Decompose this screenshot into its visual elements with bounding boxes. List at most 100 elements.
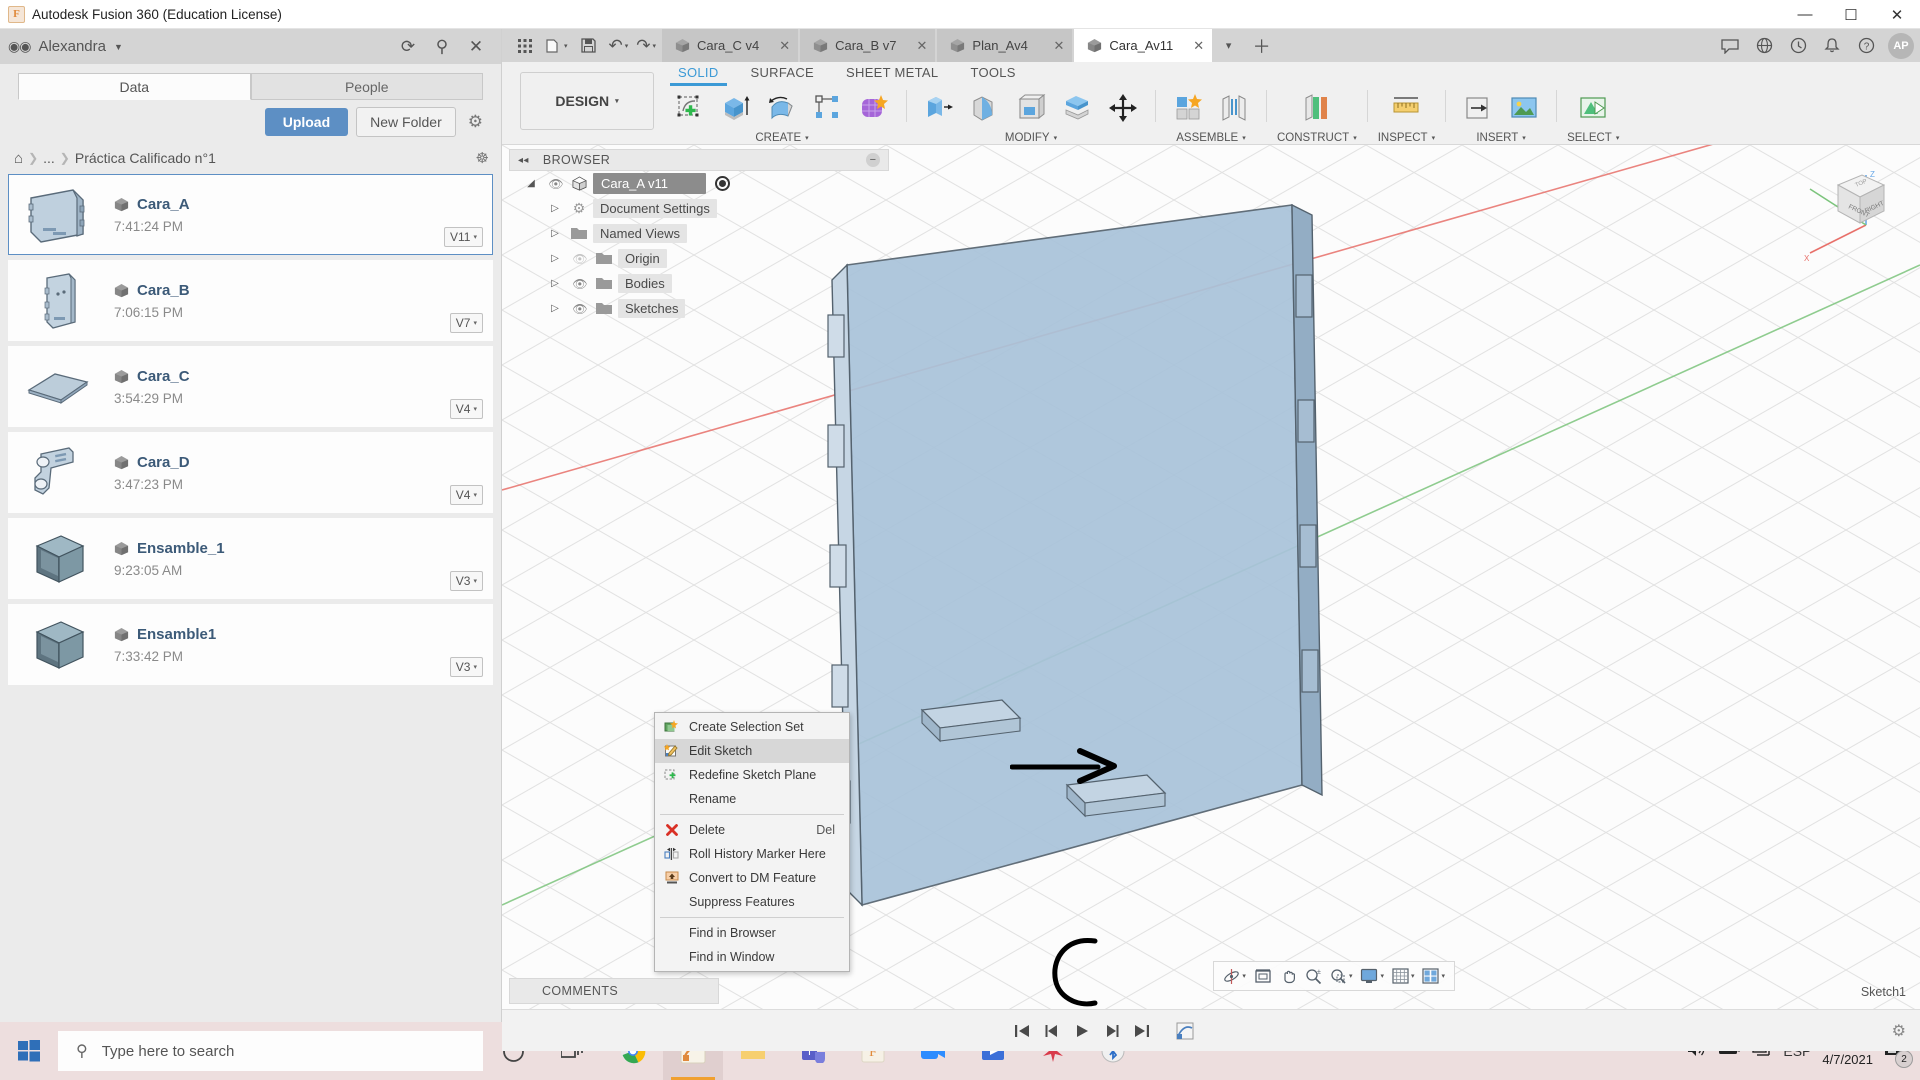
chevron-down-icon[interactable]: ▾	[1349, 972, 1353, 980]
file-name[interactable]: Cara_D	[137, 454, 190, 471]
list-item[interactable]: Cara_B 7:06:15 PM V7 ▾	[8, 260, 493, 341]
visibility-eye-off-icon[interactable]: 👁	[570, 252, 590, 266]
tab-overflow-icon[interactable]: ▾	[1212, 29, 1245, 62]
sketch-feature-icon[interactable]	[1171, 1016, 1201, 1046]
app-grid-icon[interactable]	[508, 29, 541, 62]
panel-modify-label[interactable]: MODIFY ▾	[1005, 132, 1057, 144]
file-name[interactable]: Cara_A	[137, 196, 190, 213]
panel-assemble-label[interactable]: ASSEMBLE ▾	[1176, 132, 1246, 144]
version-badge[interactable]: V4 ▾	[449, 485, 483, 505]
tree-node-origin[interactable]: ▷ 👁 Origin	[509, 246, 889, 271]
panel-insert-label[interactable]: INSERT ▾	[1476, 132, 1525, 144]
save-icon[interactable]	[572, 29, 605, 62]
new-document-icon[interactable]: ▾	[541, 29, 572, 62]
globe-icon[interactable]: ☸	[476, 149, 489, 167]
menu-item-create-selection-set[interactable]: Create Selection Set	[655, 715, 849, 739]
step-back-icon[interactable]	[1037, 1016, 1067, 1046]
document-tab-cara-c[interactable]: Cara_C v4 ✕	[662, 29, 799, 62]
home-icon[interactable]: ⌂	[14, 150, 23, 167]
version-badge[interactable]: V3 ▾	[449, 657, 483, 677]
minimize-icon[interactable]: −	[866, 153, 880, 167]
pattern-icon[interactable]	[806, 88, 850, 128]
visibility-eye-icon[interactable]: 👁	[546, 177, 566, 191]
list-item[interactable]: Cara_C 3:54:29 PM V4 ▾	[8, 346, 493, 427]
workspace-switcher[interactable]: DESIGN ▾	[520, 72, 654, 130]
timeline-settings-gear-icon[interactable]: ⚙	[1892, 1021, 1906, 1041]
redo-button[interactable]: ↷ ▾	[632, 29, 660, 62]
fillet-icon[interactable]	[963, 88, 1007, 128]
extrude-icon[interactable]	[714, 88, 758, 128]
tree-node-named-views[interactable]: ▷ Named Views	[509, 221, 889, 246]
menu-item-redefine-sketch-plane[interactable]: Redefine Sketch Plane	[655, 763, 849, 787]
document-tab-plan-a[interactable]: Plan_Av4 ✕	[937, 29, 1073, 62]
file-name[interactable]: Ensamble_1	[137, 540, 225, 557]
list-item[interactable]: Ensamble1 7:33:42 PM V3 ▾	[8, 604, 493, 685]
zoom-icon[interactable]: ±	[1301, 962, 1326, 990]
upload-button[interactable]: Upload	[264, 108, 349, 136]
clock-icon[interactable]	[1781, 29, 1815, 62]
step-forward-icon[interactable]	[1097, 1016, 1127, 1046]
shell-icon[interactable]	[1009, 88, 1053, 128]
grid-snap-icon[interactable]: ▾	[1388, 962, 1419, 990]
document-tab-cara-b[interactable]: Cara_B v7 ✕	[800, 29, 936, 62]
menu-item-delete[interactable]: Delete Del	[655, 818, 849, 842]
list-item[interactable]: Cara_D 3:47:23 PM V4 ▾	[8, 432, 493, 513]
orbit-icon[interactable]: ▾	[1219, 962, 1250, 990]
select-icon[interactable]	[1571, 88, 1615, 128]
display-settings-icon[interactable]: ▾	[1356, 962, 1388, 990]
panel-construct-label[interactable]: CONSTRUCT ▾	[1277, 132, 1357, 144]
menu-item-convert-to-dm-feature[interactable]: Convert to DM Feature	[655, 866, 849, 890]
menu-item-rename[interactable]: Rename	[655, 787, 849, 811]
chevron-down-icon[interactable]: ▾	[1242, 972, 1246, 980]
avatar[interactable]: AP	[1888, 32, 1914, 59]
root-marker-icon[interactable]	[714, 176, 730, 191]
panel-create-label[interactable]: CREATE ▾	[755, 132, 808, 144]
hub-dropdown-caret[interactable]: ▼	[114, 42, 123, 52]
help-icon[interactable]: ?	[1849, 29, 1883, 62]
menu-item-edit-sketch[interactable]: Edit Sketch	[655, 739, 849, 763]
expand-twisty-icon[interactable]: ◢	[521, 178, 541, 189]
look-at-icon[interactable]	[1250, 962, 1276, 990]
undo-button[interactable]: ↶ ▾	[605, 29, 633, 62]
context-menu[interactable]: Create Selection Set Edit Sketch Redefin…	[654, 712, 850, 972]
go-to-beginning-icon[interactable]	[1007, 1016, 1037, 1046]
visibility-eye-icon[interactable]: 👁	[570, 277, 590, 291]
document-tab-cara-a[interactable]: Cara_Av11 ✕	[1074, 29, 1213, 62]
breadcrumb-ellipsis[interactable]: ...	[43, 150, 55, 166]
version-badge[interactable]: V11 ▾	[444, 227, 483, 247]
visibility-eye-icon[interactable]: 👁	[570, 302, 590, 316]
close-button[interactable]: ✕	[1874, 0, 1920, 29]
refresh-icon[interactable]: ⟳	[391, 29, 425, 64]
fit-icon[interactable]: ▾	[1326, 962, 1357, 990]
expand-twisty-icon[interactable]: ▷	[545, 253, 565, 264]
new-component-icon[interactable]	[1166, 88, 1210, 128]
add-tab-icon[interactable]: ＋	[1245, 29, 1278, 62]
close-icon[interactable]: ✕	[1040, 38, 1065, 54]
file-name[interactable]: Cara_B	[137, 282, 190, 299]
search-input[interactable]: ⚲ Type here to search	[58, 1031, 483, 1071]
insert-mcmaster-icon[interactable]	[1502, 88, 1546, 128]
list-item[interactable]: Cara_A 7:41:24 PM V11 ▾	[8, 174, 493, 255]
close-panel-icon[interactable]: ✕	[459, 29, 493, 64]
windows-start-icon[interactable]	[0, 1022, 58, 1080]
expand-twisty-icon[interactable]: ▷	[545, 278, 565, 289]
viewports-icon[interactable]: ▾	[1418, 962, 1449, 990]
view-cube[interactable]: Z X FRONT RIGHT TOP	[1780, 167, 1888, 275]
move-copy-icon[interactable]	[1101, 88, 1145, 128]
new-folder-button[interactable]: New Folder	[356, 107, 456, 137]
tab-tools[interactable]: TOOLS	[954, 65, 1031, 82]
tab-solid[interactable]: SOLID	[662, 65, 735, 86]
offset-plane-icon[interactable]	[1295, 88, 1339, 128]
breadcrumb-current-folder[interactable]: Práctica Calificado n°1	[75, 150, 216, 166]
tab-people[interactable]: People	[250, 73, 483, 100]
expand-twisty-icon[interactable]: ▷	[545, 303, 565, 314]
chevron-down-icon[interactable]: ▾	[1441, 972, 1445, 980]
menu-item-suppress-features[interactable]: Suppress Features	[655, 890, 849, 914]
tab-sheet-metal[interactable]: SHEET METAL	[830, 65, 954, 82]
pan-icon[interactable]	[1276, 962, 1301, 990]
version-badge[interactable]: V3 ▾	[449, 571, 483, 591]
viewport[interactable]: ◂◂ BROWSER − ◢ 👁 Cara_A v11 ▷ ⚙ Document…	[502, 145, 1920, 1051]
menu-item-find-in-window[interactable]: Find in Window	[655, 945, 849, 969]
bell-icon[interactable]	[1815, 29, 1849, 62]
comments-bar[interactable]: COMMENTS	[509, 978, 719, 1004]
